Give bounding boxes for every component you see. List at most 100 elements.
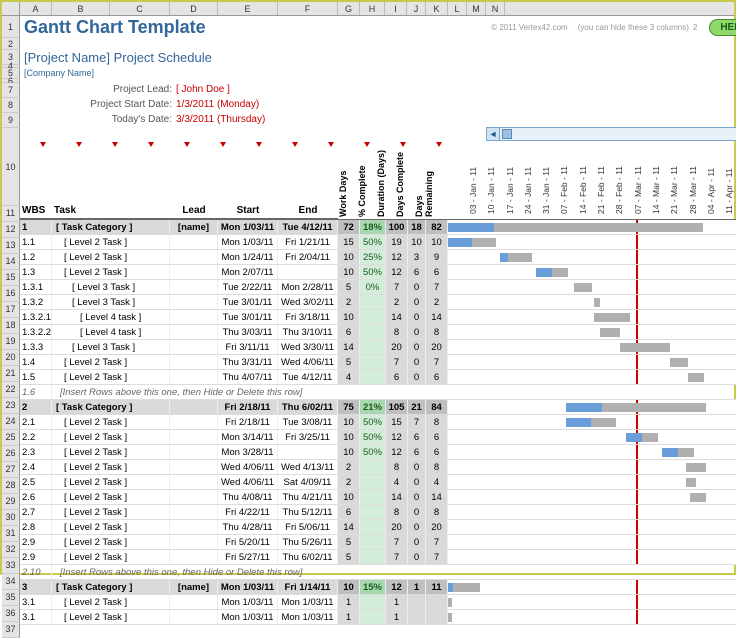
cell-workdays[interactable]: 5 (338, 355, 360, 369)
cell-task[interactable]: [ Level 2 Task ] (52, 490, 170, 504)
cell-workdays[interactable]: 10 (338, 310, 360, 324)
cell-wbs[interactable]: 2 (20, 400, 52, 414)
cell-workdays[interactable]: 15 (338, 235, 360, 249)
cell-start[interactable]: Mon 3/14/11 (218, 430, 278, 444)
cell-pctcomplete[interactable] (360, 325, 386, 339)
cell-daysremain[interactable]: 82 (426, 220, 448, 234)
cell-daysremain[interactable]: 6 (426, 265, 448, 279)
row-num-24[interactable]: 24 (2, 414, 20, 430)
table-row[interactable]: 2.9 [ Level 2 Task ] Fri 5/27/11 Thu 6/0… (20, 550, 736, 565)
cell-end[interactable]: Mon 2/28/11 (278, 280, 338, 294)
cell-pctcomplete[interactable] (360, 520, 386, 534)
cell-wbs[interactable]: 2.3 (20, 445, 52, 459)
table-row[interactable]: 3.1 [ Level 2 Task ] Mon 1/03/11 Mon 1/0… (20, 610, 736, 625)
cell-task[interactable]: [ Task Category ] (52, 580, 170, 594)
cell-wbs[interactable]: 2.7 (20, 505, 52, 519)
row-num-13[interactable]: 13 (2, 238, 20, 254)
cell-start[interactable]: Mon 1/24/11 (218, 250, 278, 264)
cell-duration[interactable]: 7 (386, 535, 408, 549)
cell-duration[interactable]: 8 (386, 505, 408, 519)
cell-task[interactable]: [ Level 3 Task ] (52, 295, 170, 309)
cell-daysremain[interactable]: 20 (426, 520, 448, 534)
cell-wbs[interactable]: 1 (20, 220, 52, 234)
cell-pctcomplete[interactable] (360, 340, 386, 354)
col-header-E[interactable]: E (218, 2, 278, 15)
table-row[interactable]: 1.1 [ Level 2 Task ] Mon 1/03/11 Fri 1/2… (20, 235, 736, 250)
col-header-F[interactable]: F (278, 2, 338, 15)
cell-pctcomplete[interactable] (360, 460, 386, 474)
cell-end[interactable]: Mon 1/03/11 (278, 610, 338, 624)
cell-wbs[interactable]: 2.4 (20, 460, 52, 474)
table-row[interactable]: 2.2 [ Level 2 Task ] Mon 3/14/11 Fri 3/2… (20, 430, 736, 445)
cell-wbs[interactable]: 2.6 (20, 490, 52, 504)
row-num-15[interactable]: 15 (2, 270, 20, 286)
cell-pctcomplete[interactable] (360, 310, 386, 324)
cell-daysremain[interactable]: 14 (426, 310, 448, 324)
cell-dayscomplete[interactable]: 0 (408, 490, 426, 504)
cell-wbs[interactable]: 2.8 (20, 520, 52, 534)
cell-dayscomplete[interactable] (408, 610, 426, 624)
table-row[interactable]: 1.3.1 [ Level 3 Task ] Tue 2/22/11 Mon 2… (20, 280, 736, 295)
row-num-37[interactable]: 37 (2, 622, 20, 638)
cell-task[interactable]: [ Level 2 Task ] (52, 535, 170, 549)
table-row[interactable]: 2.8 [ Level 2 Task ] Thu 4/28/11 Fri 5/0… (20, 520, 736, 535)
cell-lead[interactable] (170, 520, 218, 534)
cell-end[interactable]: Fri 3/25/11 (278, 430, 338, 444)
cell-pctcomplete[interactable]: 18% (360, 220, 386, 234)
table-row[interactable]: 1.3.2.2 [ Level 4 task ] Thu 3/03/11 Thu… (20, 325, 736, 340)
cell-dayscomplete[interactable]: 1 (408, 580, 426, 594)
table-row[interactable]: 2.1 [ Level 2 Task ] Fri 2/18/11 Tue 3/0… (20, 415, 736, 430)
cell-lead[interactable] (170, 400, 218, 414)
cell-task[interactable]: [ Level 3 Task ] (52, 340, 170, 354)
cell-start[interactable]: Mon 2/07/11 (218, 265, 278, 279)
cell-wbs[interactable]: 1.3.1 (20, 280, 52, 294)
cell-start[interactable]: Mon 1/03/11 (218, 610, 278, 624)
cell-workdays[interactable]: 14 (338, 340, 360, 354)
cell-duration[interactable]: 19 (386, 235, 408, 249)
cell-lead[interactable] (170, 355, 218, 369)
cell-dayscomplete[interactable]: 10 (408, 235, 426, 249)
cell-dayscomplete[interactable] (408, 595, 426, 609)
row-num-25[interactable]: 25 (2, 430, 20, 446)
cell-duration[interactable]: 12 (386, 580, 408, 594)
cell-duration[interactable]: 8 (386, 460, 408, 474)
cell-duration[interactable]: 7 (386, 550, 408, 564)
cell-daysremain[interactable]: 6 (426, 370, 448, 384)
cell-daysremain[interactable]: 9 (426, 250, 448, 264)
table-row[interactable]: 1.3.2 [ Level 3 Task ] Tue 3/01/11 Wed 3… (20, 295, 736, 310)
cell-task[interactable]: [ Level 4 task ] (52, 325, 170, 339)
cell-pctcomplete[interactable]: 21% (360, 400, 386, 414)
cell-start[interactable]: Tue 2/22/11 (218, 280, 278, 294)
cell-lead[interactable] (170, 250, 218, 264)
cell-task[interactable]: [ Level 2 Task ] (52, 550, 170, 564)
cell-task[interactable]: [ Level 2 Task ] (52, 445, 170, 459)
cell-task[interactable]: [ Level 2 Task ] (52, 370, 170, 384)
cell-workdays[interactable]: 4 (338, 370, 360, 384)
cell-dayscomplete[interactable]: 3 (408, 250, 426, 264)
cell-lead[interactable] (170, 490, 218, 504)
cell-lead[interactable] (170, 595, 218, 609)
table-row[interactable]: 2.9 [ Level 2 Task ] Fri 5/20/11 Thu 5/2… (20, 535, 736, 550)
cell-start[interactable]: Wed 4/06/11 (218, 475, 278, 489)
cell-end[interactable] (278, 265, 338, 279)
cell-lead[interactable] (170, 280, 218, 294)
cell-pctcomplete[interactable]: 50% (360, 415, 386, 429)
cell-pctcomplete[interactable] (360, 505, 386, 519)
cell-start[interactable]: Thu 3/31/11 (218, 355, 278, 369)
cell-start[interactable]: Thu 4/28/11 (218, 520, 278, 534)
cell-pctcomplete[interactable] (360, 595, 386, 609)
cell-pctcomplete[interactable]: 50% (360, 445, 386, 459)
cell-start[interactable]: Mon 3/28/11 (218, 445, 278, 459)
cell-wbs[interactable]: 1.3.2 (20, 295, 52, 309)
cell-pctcomplete[interactable]: 50% (360, 430, 386, 444)
cell-lead[interactable] (170, 340, 218, 354)
cell-task[interactable]: [ Level 2 Task ] (52, 595, 170, 609)
row-num-12[interactable]: 12 (2, 222, 20, 238)
row-num-7[interactable]: 7 (2, 83, 20, 98)
cell-daysremain[interactable]: 7 (426, 280, 448, 294)
cell-workdays[interactable]: 10 (338, 265, 360, 279)
cell-lead[interactable]: [name] (170, 220, 218, 234)
cell-start[interactable]: Wed 4/06/11 (218, 460, 278, 474)
col-header-J[interactable]: J (407, 2, 426, 15)
cell-wbs[interactable]: 1.4 (20, 355, 52, 369)
